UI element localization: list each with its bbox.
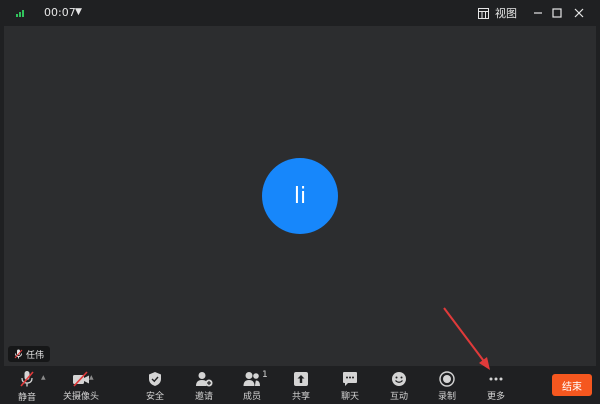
muted-mic-icon (14, 349, 23, 359)
chat-icon (343, 371, 357, 386)
invite-button[interactable]: 邀请 (181, 368, 227, 402)
emoji-smile-icon (392, 371, 406, 386)
mute-label: 静音 (17, 393, 36, 403)
signal-strength-icon (16, 9, 28, 17)
timer-dropdown-icon[interactable]: ▼ (75, 7, 82, 17)
more-dots-icon (489, 377, 503, 380)
interact-button[interactable]: 互动 (376, 368, 422, 402)
avatar-initials: li (293, 183, 307, 209)
maximize-button[interactable] (549, 5, 565, 21)
close-button[interactable] (571, 5, 587, 21)
chat-label: 聊天 (340, 392, 359, 402)
meeting-toolbar: 静音 ▲ 关摄像头 ▲ 安全 邀请 成员 1 共享 聊天 互动 录制 更多 结束 (0, 366, 600, 404)
maximize-icon (552, 8, 562, 18)
view-label: 视图 (495, 7, 517, 20)
record-button[interactable]: 录制 (424, 368, 470, 402)
participant-name-tag: 任伟 (8, 346, 51, 362)
share-label: 共享 (291, 392, 310, 402)
record-icon (439, 370, 455, 387)
video-stage: li 任伟 (4, 26, 596, 366)
participant-name: 任伟 (26, 350, 45, 361)
view-button[interactable]: 视图 (478, 5, 517, 21)
camera-off-button[interactable]: 关摄像头 (56, 368, 106, 402)
title-bar: 00:07 ▼ 视图 (0, 0, 600, 26)
invite-user-icon (196, 371, 213, 386)
record-label: 录制 (437, 392, 456, 402)
more-button[interactable]: 更多 (473, 368, 519, 402)
view-grid-icon (478, 7, 489, 19)
security-button[interactable]: 安全 (132, 368, 178, 402)
members-icon (243, 371, 260, 386)
end-meeting-button[interactable]: 结束 (552, 374, 592, 396)
muted-mic-icon (20, 371, 34, 387)
share-button[interactable]: 共享 (278, 368, 324, 402)
shield-icon (149, 371, 161, 386)
camera-off-label: 关摄像头 (62, 392, 99, 402)
interact-label: 互动 (389, 392, 408, 402)
more-label: 更多 (486, 392, 505, 402)
members-count: 1 (262, 370, 268, 380)
chat-button[interactable]: 聊天 (327, 368, 373, 402)
close-icon (574, 8, 584, 18)
members-label: 成员 (242, 392, 261, 402)
meeting-timer: 00:07 (44, 6, 76, 19)
minimize-button[interactable] (530, 5, 546, 21)
share-screen-icon (294, 371, 308, 386)
security-label: 安全 (145, 392, 164, 402)
participant-avatar: li (262, 158, 338, 234)
members-button[interactable]: 成员 (229, 368, 275, 402)
mute-options-chevron-icon[interactable]: ▲ (41, 374, 46, 381)
minimize-icon (534, 12, 542, 14)
camera-off-icon (73, 370, 89, 387)
invite-label: 邀请 (194, 392, 213, 402)
camera-options-chevron-icon[interactable]: ▲ (89, 374, 94, 381)
